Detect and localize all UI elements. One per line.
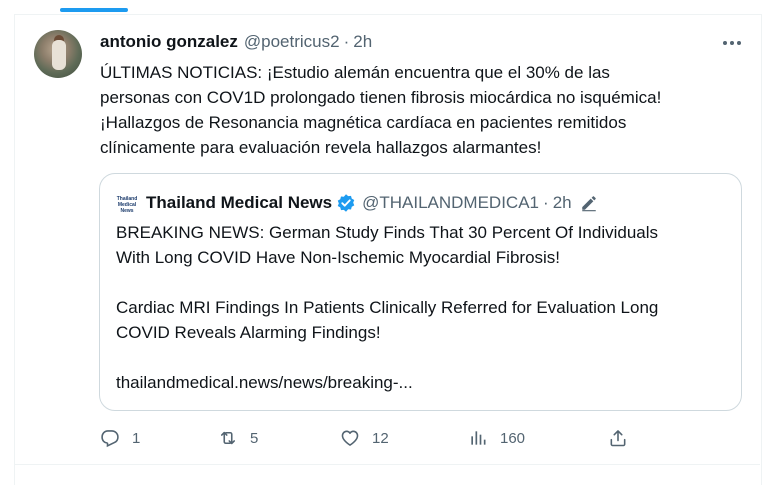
tweet-text-line: clínicamente para evaluación revela hall… — [100, 138, 542, 157]
quoted-text-line: BREAKING NEWS: German Study Finds That 3… — [116, 223, 659, 242]
quoted-tweet-header: Thailand Medical News Thailand Medical N… — [116, 191, 598, 215]
views-chart-icon — [471, 431, 486, 445]
tweet-actions-bar: 1 5 12 160 — [100, 426, 640, 450]
views-count: 160 — [500, 429, 526, 447]
tweet-timestamp[interactable]: 2h — [353, 32, 372, 52]
retweet-button[interactable]: 5 — [218, 426, 258, 450]
header-separator: · — [343, 32, 350, 51]
more-options-button[interactable] — [718, 32, 746, 54]
heart-icon — [341, 430, 359, 446]
quoted-link[interactable]: thailandmedical.news/news/breaking-... — [116, 370, 726, 395]
quoted-text-line: With Long COVID Have Non-Ischemic Myocar… — [116, 248, 561, 267]
quoted-author-handle[interactable]: @THAILANDMEDICA1 — [362, 193, 539, 213]
retweet-icon — [220, 431, 236, 445]
edit-pencil-icon[interactable] — [580, 194, 598, 212]
views-button[interactable]: 160 — [468, 426, 525, 450]
tweet-divider — [14, 464, 760, 465]
tweet-text-line: ¡Hallazgos de Resonancia magnética cardí… — [100, 113, 627, 132]
retweet-count: 5 — [250, 429, 259, 447]
quoted-header-separator: · — [543, 193, 549, 212]
quoted-text-line: COVID Reveals Alarming Findings! — [116, 323, 381, 342]
verified-badge-icon — [337, 194, 355, 212]
quoted-author-name[interactable]: Thailand Medical News — [146, 193, 332, 213]
author-name[interactable]: antonio gonzalez — [100, 32, 238, 52]
like-button[interactable]: 12 — [340, 426, 389, 450]
tweet-text: ÚLTIMAS NOTICIAS: ¡Estudio alemán encuen… — [100, 60, 750, 160]
quoted-tweet-timestamp[interactable]: 2h — [553, 193, 572, 213]
tweet-text-line: ÚLTIMAS NOTICIAS: ¡Estudio alemán encuen… — [100, 63, 610, 82]
tweet-text-line: personas con COV1D prolongado tienen fib… — [100, 88, 662, 107]
reply-button[interactable]: 1 — [100, 426, 140, 450]
reply-count: 1 — [132, 429, 141, 447]
quoted-tweet[interactable]: Thailand Medical News Thailand Medical N… — [99, 173, 742, 411]
avatar-figure-body — [52, 40, 66, 70]
share-button[interactable] — [608, 426, 628, 450]
tweet-header: antonio gonzalez @poetricus2 · 2h — [100, 30, 372, 54]
svg-text:News: News — [120, 208, 133, 214]
reply-icon — [101, 430, 119, 448]
author-handle[interactable]: @poetricus2 — [244, 32, 340, 52]
share-icon — [610, 430, 626, 447]
more-icon — [723, 41, 741, 45]
active-tab-indicator — [60, 8, 128, 12]
quoted-tweet-text: BREAKING NEWS: German Study Finds That 3… — [116, 220, 726, 395]
quoted-text-line: Cardiac MRI Findings In Patients Clinica… — [116, 298, 659, 317]
avatar[interactable] — [34, 30, 82, 78]
like-count: 12 — [372, 429, 389, 447]
quoted-author-logo[interactable]: Thailand Medical News — [116, 192, 138, 214]
